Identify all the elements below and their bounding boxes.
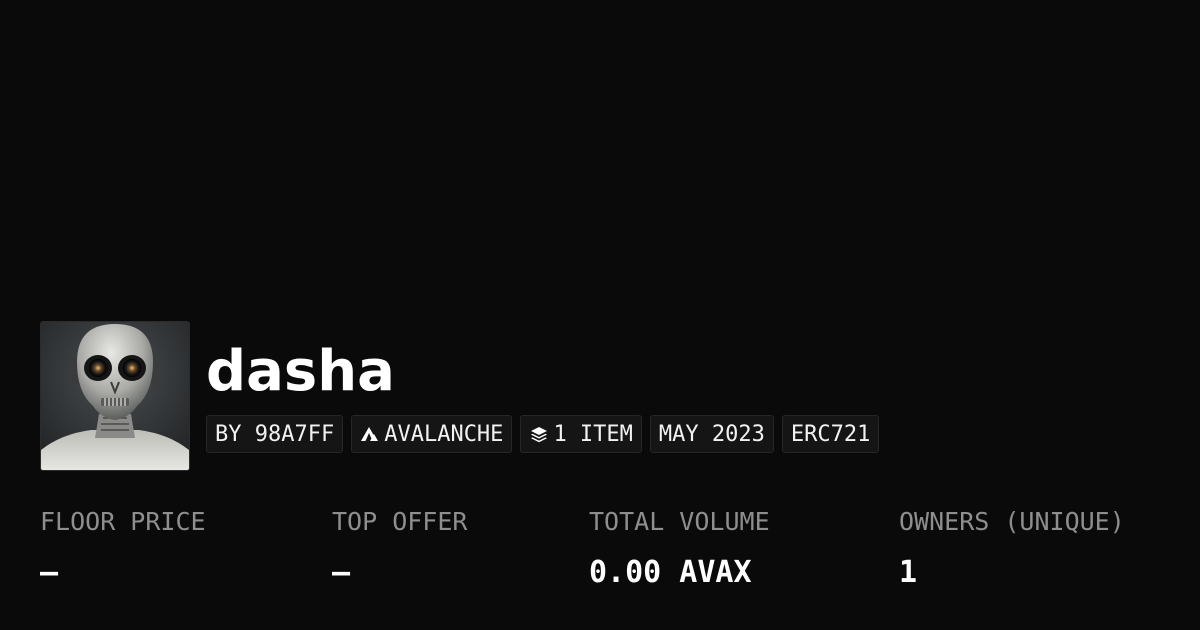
date-tag-label: MAY 2023 [658, 421, 765, 447]
creator-tag-label: BY 98A7FF [215, 421, 335, 447]
creator-tag[interactable]: BY 98A7FF [206, 415, 344, 453]
standard-tag-label: ERC721 [790, 421, 871, 447]
collection-share-card: dasha BY 98A7FF AVALANCHE 1 ITEM MAY 202… [0, 0, 1200, 630]
total-volume-stat: TOTAL VOLUME 0.00 AVAX [589, 504, 770, 593]
layers-icon [529, 424, 549, 444]
avalanche-logo-icon [360, 424, 380, 444]
chain-tag[interactable]: AVALANCHE [351, 415, 513, 453]
standard-tag: ERC721 [781, 415, 880, 453]
total-volume-value: 0.00 AVAX [589, 555, 752, 590]
owners-label: OWNERS (UNIQUE) [899, 507, 1125, 536]
items-tag[interactable]: 1 ITEM [520, 415, 642, 453]
alien-skull-avatar [41, 322, 189, 470]
total-volume-label: TOTAL VOLUME [589, 507, 770, 536]
items-tag-label: 1 ITEM [553, 421, 633, 447]
owners-value: 1 [899, 555, 918, 590]
top-offer-label: TOP OFFER [332, 507, 468, 536]
floor-price-stat: FLOOR PRICE — [40, 504, 206, 593]
date-tag: MAY 2023 [649, 415, 774, 453]
collection-tags: BY 98A7FF AVALANCHE 1 ITEM MAY 2023 ERC7… [206, 415, 880, 453]
chain-tag-label: AVALANCHE [384, 421, 504, 447]
floor-price-label: FLOOR PRICE [40, 507, 206, 536]
collection-avatar [40, 321, 190, 471]
collection-title: dasha [206, 339, 395, 404]
top-offer-value: — [332, 555, 351, 590]
top-offer-stat: TOP OFFER — [332, 504, 467, 593]
floor-price-value: — [40, 555, 59, 590]
owners-stat: OWNERS (UNIQUE) 1 [899, 504, 1125, 593]
